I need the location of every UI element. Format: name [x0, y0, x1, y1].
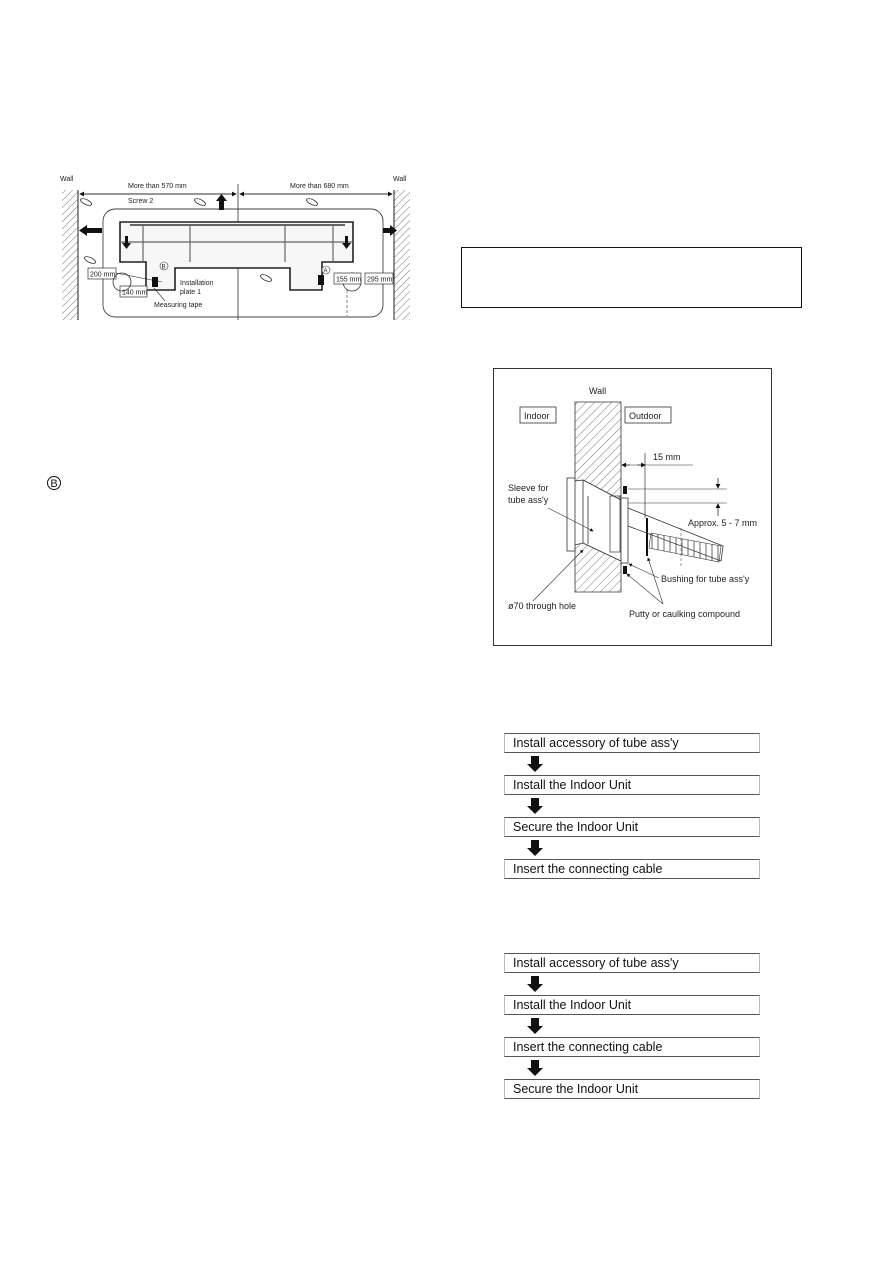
flow-step: Install accessory of tube ass'y	[504, 733, 760, 753]
approx-label: Approx. 5 - 7 mm	[688, 518, 757, 528]
flow-step: Insert the connecting cable	[504, 1037, 760, 1057]
bushing-label: Bushing for tube ass'y	[661, 574, 750, 584]
sleeve-label-line2: tube ass'y	[508, 495, 549, 505]
installation-plate-diagram: Wall Wall More than 570 mm More than 680…	[60, 176, 410, 320]
installation-plate-label-line1: Installation	[180, 280, 214, 287]
dim-200-label: 200 mm	[90, 272, 115, 279]
down-arrow-icon	[504, 1015, 760, 1037]
down-arrow-icon	[504, 753, 760, 775]
putty-label: Putty or caulking compound	[629, 609, 740, 619]
down-arrow-icon	[504, 837, 760, 859]
bushing	[620, 497, 629, 564]
flow-step: Install accessory of tube ass'y	[504, 953, 760, 973]
flow-step: Secure the Indoor Unit	[504, 1079, 760, 1099]
installation-plate-label-line2: plate 1	[180, 289, 201, 296]
marker-a: A	[324, 269, 328, 275]
wall-section-diagram: Wall Indoor Outdoor 15 mm Approx. 5 - 7 …	[493, 368, 772, 646]
dim-left-label: More than 570 mm	[128, 183, 187, 190]
measuring-tape-label: Measuring tape	[154, 302, 202, 309]
flowchart-1: Install accessory of tube ass'y Install …	[504, 733, 760, 879]
dim-155-label: 155 mm	[336, 277, 361, 284]
marker-b: B	[162, 265, 166, 271]
right-wall	[394, 190, 410, 320]
screw-label: Screw 2	[128, 198, 153, 205]
dim-295-label: 295 mm	[367, 277, 392, 284]
flow-step: Install the Indoor Unit	[504, 775, 760, 795]
outdoor-label: Outdoor	[629, 411, 662, 421]
flow-step: Insert the connecting cable	[504, 859, 760, 879]
dim-right-label: More than 680 mm	[290, 183, 349, 190]
indoor-label: Indoor	[524, 411, 550, 421]
left-wall	[62, 190, 78, 320]
flowchart-2: Install accessory of tube ass'y Install …	[504, 953, 760, 1099]
circled-marker-b: B	[47, 476, 61, 490]
down-arrow-icon	[504, 973, 760, 995]
sleeve-label-line1: Sleeve for	[508, 483, 549, 493]
flow-step: Install the Indoor Unit	[504, 995, 760, 1015]
down-arrow-icon	[504, 795, 760, 817]
note-box	[461, 247, 802, 308]
sleeve	[566, 477, 576, 552]
down-arrow-icon	[504, 1057, 760, 1079]
flow-step: Secure the Indoor Unit	[504, 817, 760, 837]
through-hole-label: ø70 through hole	[508, 601, 576, 611]
wall-left-label: Wall	[60, 176, 74, 183]
wall-right-label: Wall	[393, 176, 407, 183]
wall-label: Wall	[589, 386, 606, 396]
dim-15-label: 15 mm	[653, 452, 681, 462]
